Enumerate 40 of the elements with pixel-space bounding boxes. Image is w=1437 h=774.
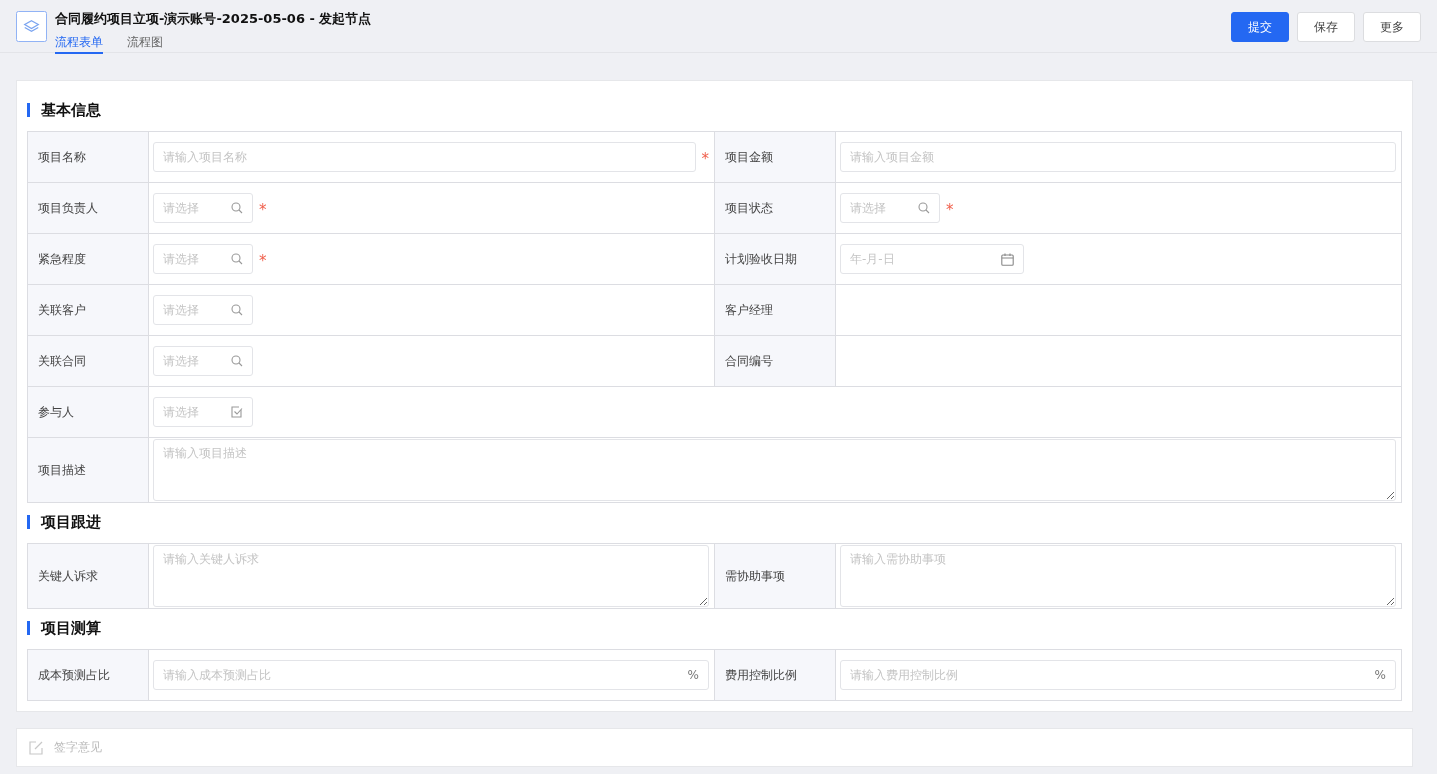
search-icon: [231, 304, 243, 316]
checkbox-icon: [231, 406, 243, 418]
tab[interactable]: 流程图: [127, 34, 163, 54]
required-mark: *: [701, 148, 709, 167]
field-label: 需协助事项: [715, 544, 836, 609]
submit-button[interactable]: 提交: [1231, 12, 1289, 42]
action-button[interactable]: 保存: [1297, 12, 1355, 42]
field-label: 客户经理: [715, 285, 836, 336]
field-label: 合同编号: [715, 336, 836, 387]
field-label: 费用控制比例: [715, 650, 836, 701]
page-title: 合同履约项目立项-演示账号-2025-05-06 - 发起节点: [55, 10, 372, 28]
field-label: 关键人诉求: [28, 544, 149, 609]
field-label: 项目金额: [715, 132, 836, 183]
field-label: 计划验收日期: [715, 234, 836, 285]
edit-icon: [29, 740, 43, 755]
search-icon: [231, 355, 243, 367]
search-icon: [918, 202, 930, 214]
field-label: 项目描述: [28, 438, 149, 503]
calendar-icon: [1001, 252, 1014, 266]
search-icon: [231, 202, 243, 214]
signature-label: 签字意见: [54, 739, 102, 756]
action-button[interactable]: 更多: [1363, 12, 1421, 42]
section-title: 项目测算: [41, 618, 101, 638]
section-title: 基本信息: [41, 100, 101, 120]
section-title: 项目跟进: [41, 512, 101, 532]
required-mark: *: [259, 199, 267, 218]
required-mark: *: [259, 250, 267, 269]
field-label: 关联合同: [28, 336, 149, 387]
tab[interactable]: 流程表单: [55, 34, 103, 54]
field-label: 成本预测占比: [28, 650, 149, 701]
field-label: 紧急程度: [28, 234, 149, 285]
field-label: 关联客户: [28, 285, 149, 336]
required-mark: *: [946, 199, 954, 218]
search-icon: [231, 253, 243, 265]
field-label: 项目负责人: [28, 183, 149, 234]
field-label: 项目名称: [28, 132, 149, 183]
field-label: 项目状态: [715, 183, 836, 234]
field-label: 参与人: [28, 387, 149, 438]
layers-icon: [16, 11, 47, 42]
signature-panel[interactable]: 签字意见: [16, 728, 1413, 767]
